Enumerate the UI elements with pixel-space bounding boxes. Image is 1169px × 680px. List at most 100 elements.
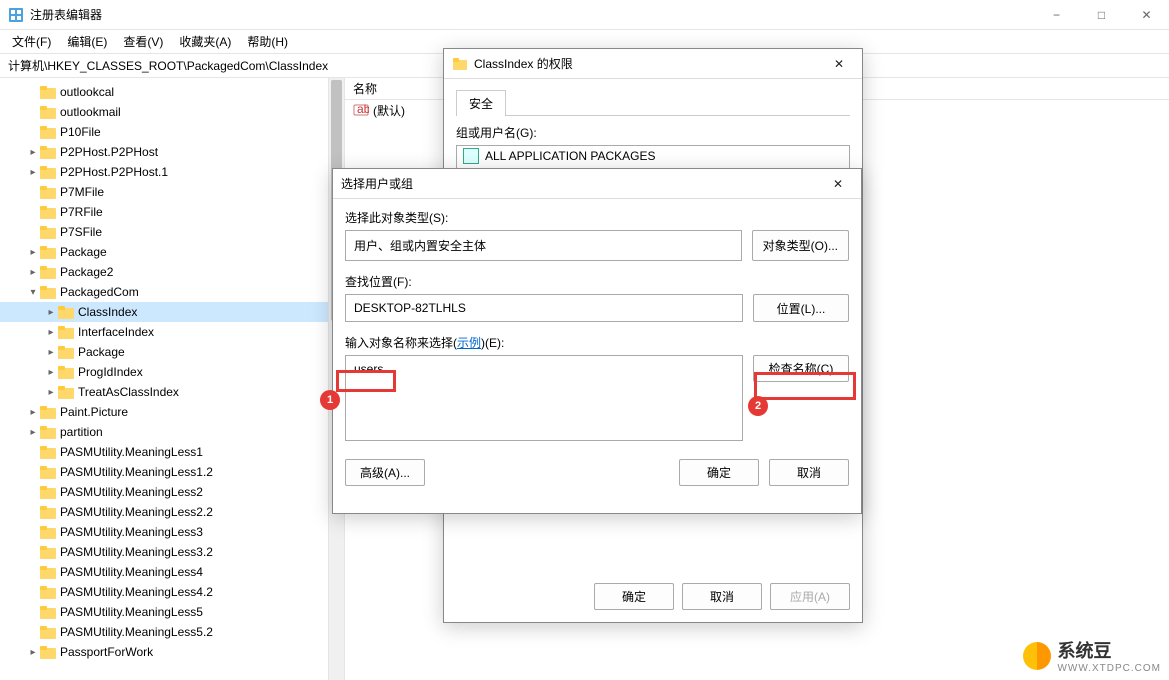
tree-row[interactable]: P7SFile [0,222,344,242]
tree-label: PASMUtility.MeaningLess5.2 [60,625,213,639]
tree-label: Package2 [60,265,113,279]
tree-row[interactable]: P10File [0,122,344,142]
tree-row[interactable]: outlookmail [0,102,344,122]
perm-ok-button[interactable]: 确定 [594,583,674,610]
tree-row[interactable]: PASMUtility.MeaningLess4.2 [0,582,344,602]
chevron-right-icon[interactable]: ▸ [44,347,58,358]
enter-names-label: 输入对象名称来选择(示例)(E): [345,334,849,351]
chevron-right-icon[interactable]: ▸ [26,647,40,658]
tree-row[interactable]: ▸P2PHost.P2PHost.1 [0,162,344,182]
tree-panel[interactable]: outlookcaloutlookmailP10File▸P2PHost.P2P… [0,78,345,680]
menu-edit[interactable]: 编辑(E) [59,31,115,52]
perm-dialog-title: ClassIndex 的权限 [474,55,824,72]
folder-icon [40,565,56,579]
chevron-right-icon[interactable]: ▸ [44,367,58,378]
package-principal-icon [463,148,479,164]
select-cancel-button[interactable]: 取消 [769,459,849,486]
chevron-right-icon[interactable]: ▸ [26,147,40,158]
chevron-right-icon[interactable]: ▸ [26,247,40,258]
tree-label: TreatAsClassIndex [78,385,179,399]
object-type-field: 用户、组或内置安全主体 [345,230,742,261]
tree-row[interactable]: PASMUtility.MeaningLess5.2 [0,622,344,642]
tree-row[interactable]: ▸ TreatAsClassIndex [0,382,344,402]
chevron-down-icon[interactable]: ▾ [26,287,40,298]
tree-row[interactable]: ▸partition [0,422,344,442]
folder-icon [40,85,56,99]
chevron-right-icon[interactable]: ▸ [26,267,40,278]
check-names-button[interactable]: 检查名称(C) [753,355,849,382]
chevron-right-icon[interactable]: ▸ [44,387,58,398]
tree-row[interactable]: P7RFile [0,202,344,222]
tree-row[interactable]: PASMUtility.MeaningLess3.2 [0,542,344,562]
perm-cancel-button[interactable]: 取消 [682,583,762,610]
perm-apply-button[interactable]: 应用(A) [770,583,850,610]
tab-security[interactable]: 安全 [456,90,506,116]
watermark-url: WWW.XTDPC.COM [1057,663,1161,674]
minimize-button[interactable]: − [1034,0,1079,30]
tree-row[interactable]: PASMUtility.MeaningLess2.2 [0,502,344,522]
tree-row[interactable]: PASMUtility.MeaningLess3 [0,522,344,542]
address-text: 计算机\HKEY_CLASSES_ROOT\PackagedCom\ClassI… [8,57,328,74]
chevron-right-icon[interactable]: ▸ [44,307,58,318]
tree-row[interactable]: ▸ ProgIdIndex [0,362,344,382]
tree-row[interactable]: ▸Package [0,242,344,262]
window-controls: − □ ✕ [1034,0,1169,30]
folder-icon [58,325,74,339]
tree-label: ProgIdIndex [78,365,143,379]
svg-text:ab: ab [357,102,369,116]
menu-help[interactable]: 帮助(H) [239,31,296,52]
tree-label: P2PHost.P2PHost [60,145,158,159]
tree-row[interactable]: ▸ClassIndex [0,302,344,322]
folder-icon [40,285,56,299]
select-dialog-close[interactable]: ✕ [823,169,853,199]
advanced-button[interactable]: 高级(A)... [345,459,425,486]
folder-icon [40,105,56,119]
locations-button[interactable]: 位置(L)... [753,294,849,322]
select-ok-button[interactable]: 确定 [679,459,759,486]
tree-row[interactable]: ▸ Package2 [0,262,344,282]
folder-icon [58,345,74,359]
tree-row[interactable]: PASMUtility.MeaningLess4 [0,562,344,582]
tree-row[interactable]: ▸ P2PHost.P2PHost [0,142,344,162]
examples-link[interactable]: 示例 [457,336,481,350]
tree-label: P7MFile [60,185,104,199]
tree-label: InterfaceIndex [78,325,154,339]
principal-row[interactable]: ALL APPLICATION PACKAGES [457,146,849,166]
tree-row[interactable]: ▸Package [0,342,344,362]
menu-favorites[interactable]: 收藏夹(A) [171,31,239,52]
watermark-brand: 系统豆 [1057,637,1161,663]
chevron-right-icon[interactable]: ▸ [44,327,58,338]
tree-row[interactable]: ▾PackagedCom [0,282,344,302]
folder-icon [40,625,56,639]
tree-row[interactable]: ▸ InterfaceIndex [0,322,344,342]
menu-view[interactable]: 查看(V) [115,31,171,52]
maximize-button[interactable]: □ [1079,0,1124,30]
tree-row[interactable]: P7MFile [0,182,344,202]
perm-dialog-close[interactable]: ✕ [824,49,854,79]
tree-label: outlookcal [60,85,114,99]
folder-icon [40,525,56,539]
object-types-button[interactable]: 对象类型(O)... [752,230,849,261]
chevron-right-icon[interactable]: ▸ [26,167,40,178]
perm-dialog-titlebar: ClassIndex 的权限 ✕ [444,49,862,79]
chevron-right-icon[interactable]: ▸ [26,427,40,438]
select-dialog-title: 选择用户或组 [341,175,823,192]
tree-row[interactable]: PASMUtility.MeaningLess2 [0,482,344,502]
tree-row[interactable]: PASMUtility.MeaningLess1 [0,442,344,462]
tree-row[interactable]: outlookcal [0,82,344,102]
tree-label: P7SFile [60,225,102,239]
title-bar: 注册表编辑器 − □ ✕ [0,0,1169,30]
tree-row[interactable]: PASMUtility.MeaningLess1.2 [0,462,344,482]
tree-row[interactable]: PASMUtility.MeaningLess5 [0,602,344,622]
enter-names-prefix: 输入对象名称来选择( [345,336,457,350]
close-button[interactable]: ✕ [1124,0,1169,30]
tree-row[interactable]: ▸PassportForWork [0,642,344,662]
object-names-input[interactable]: users [345,355,743,441]
chevron-right-icon[interactable]: ▸ [26,407,40,418]
tree-row[interactable]: ▸Paint.Picture [0,402,344,422]
folder-icon [40,505,56,519]
menu-file[interactable]: 文件(F) [4,31,59,52]
window-title: 注册表编辑器 [30,6,1034,23]
folder-icon [40,545,56,559]
principal-name: ALL APPLICATION PACKAGES [485,149,656,163]
